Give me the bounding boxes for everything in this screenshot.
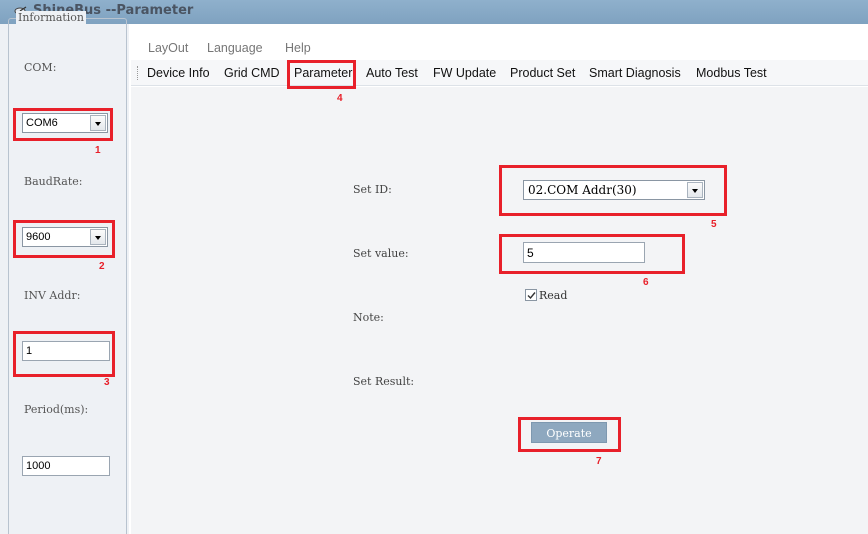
checkmark-icon <box>527 292 536 300</box>
tab-grip <box>137 66 138 80</box>
annotation-box-operate <box>518 417 621 452</box>
annotation-number: 1 <box>95 145 101 156</box>
menu-bar: LayOut Language Help <box>131 36 868 60</box>
tab-device-info[interactable]: Device Info <box>147 66 210 80</box>
tab-grid-cmd[interactable]: Grid CMD <box>224 66 280 80</box>
com-label: COM: <box>24 61 57 74</box>
annotation-box-set-value <box>499 234 685 274</box>
set-value-label: Set value: <box>353 247 409 260</box>
read-checkbox[interactable] <box>525 289 537 301</box>
annotation-number: 2 <box>99 261 105 272</box>
tab-auto-test[interactable]: Auto Test <box>366 66 418 80</box>
period-label: Period(ms): <box>24 403 89 416</box>
tab-fw-update[interactable]: FW Update <box>433 66 496 80</box>
parameter-panel <box>131 87 868 534</box>
menu-layout[interactable]: LayOut <box>148 41 188 55</box>
menu-language[interactable]: Language <box>207 41 263 55</box>
annotation-number: 5 <box>711 219 717 230</box>
annotation-number: 7 <box>596 456 602 467</box>
tab-modbus-test[interactable]: Modbus Test <box>696 66 767 80</box>
annotation-number: 4 <box>337 93 343 104</box>
menu-help[interactable]: Help <box>285 41 311 55</box>
information-group-title: Information <box>16 11 87 24</box>
set-result-label: Set Result: <box>353 375 415 388</box>
annotation-box-baudrate <box>13 220 115 258</box>
annotation-box-set-id <box>499 165 727 216</box>
baudrate-label: BaudRate: <box>24 175 83 188</box>
read-checkbox-label: Read <box>539 289 568 302</box>
tab-smart-diagnosis[interactable]: Smart Diagnosis <box>589 66 681 80</box>
period-input[interactable]: 1000 <box>22 456 110 476</box>
note-label: Note: <box>353 311 384 324</box>
tab-bar: Device Info Grid CMD Parameter Auto Test… <box>131 60 868 86</box>
annotation-number: 6 <box>643 277 649 288</box>
annotation-box-parameter-tab <box>287 60 356 89</box>
title-bar: ShineBus --Parameter <box>0 0 868 24</box>
annotation-number: 3 <box>104 377 110 388</box>
inv-addr-label: INV Addr: <box>24 289 81 302</box>
set-id-label: Set ID: <box>353 183 392 196</box>
tab-product-set[interactable]: Product Set <box>510 66 575 80</box>
annotation-box-com <box>13 108 113 141</box>
annotation-box-inv-addr <box>13 331 115 377</box>
